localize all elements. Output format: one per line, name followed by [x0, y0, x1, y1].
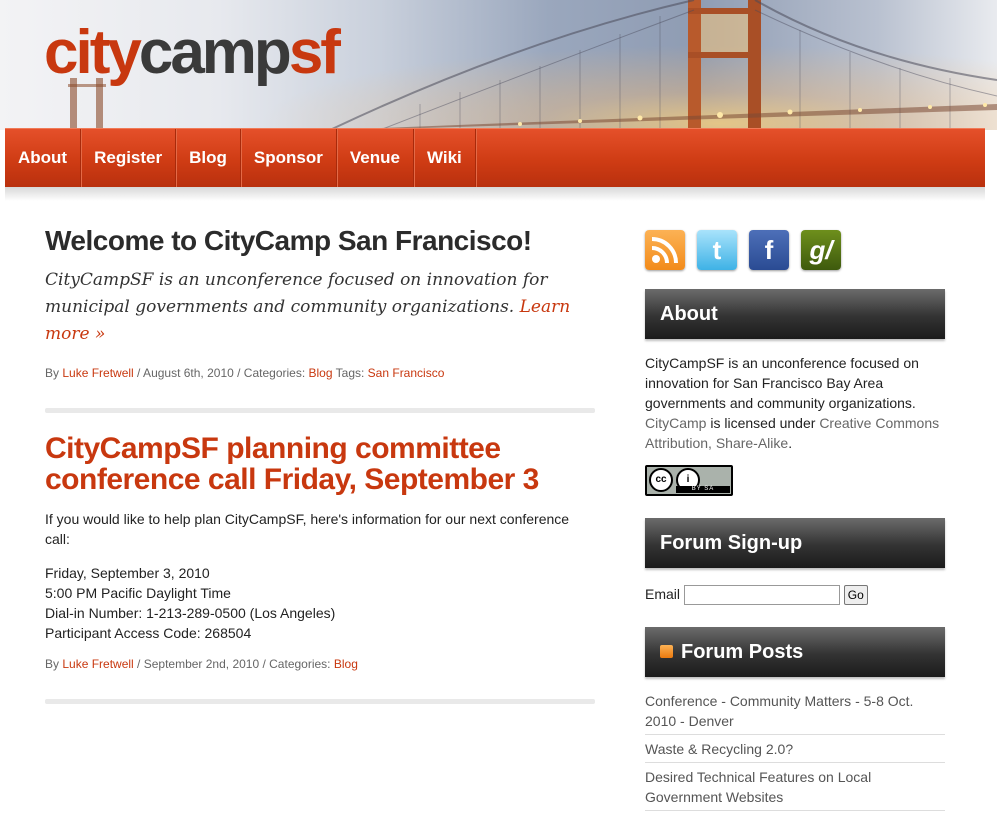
facebook-glyph: f — [764, 235, 774, 265]
govloop-icon[interactable]: g/ — [801, 230, 841, 270]
about-heading: About — [645, 289, 945, 339]
detail-line: 5:00 PM Pacific Daylight Time — [45, 585, 231, 601]
nav-item-sponsor[interactable]: Sponsor — [241, 129, 337, 187]
logo-camp: camp — [138, 18, 292, 87]
post-divider — [45, 699, 595, 704]
logo-city: city — [44, 18, 142, 87]
logo-sf: sf — [288, 18, 341, 87]
intro-text: CityCampSF is an unconference focused on… — [45, 270, 548, 317]
forum-post-item[interactable]: Conference - Community Matters - 5-8 Oct… — [645, 691, 945, 735]
forum-posts-list: Conference - Community Matters - 5-8 Oct… — [645, 691, 945, 811]
post-body: If you would like to help plan CityCampS… — [45, 509, 595, 643]
tag-link[interactable]: San Francisco — [368, 366, 445, 380]
category-link[interactable]: Blog — [334, 657, 358, 671]
forum-post-item[interactable]: Waste & Recycling 2.0? — [645, 735, 945, 763]
conference-details: Friday, September 3, 2010 5:00 PM Pacifi… — [45, 563, 595, 643]
detail-line: Friday, September 3, 2010 — [45, 565, 210, 581]
social-icons: t f g/ — [645, 230, 945, 274]
meta-by: By — [45, 366, 63, 380]
rss-mini-icon — [660, 644, 673, 658]
detail-line: Participant Access Code: 268504 — [45, 625, 252, 641]
post-title[interactable]: Welcome to CityCamp San Francisco! — [45, 225, 595, 257]
meta-date: / September 2nd, 2010 / Categories: — [133, 657, 334, 671]
about-description: CityCampSF is an unconference focused on… — [645, 355, 919, 411]
cc-badge-strip: BY SA — [676, 486, 730, 493]
cc-icon: cc — [649, 468, 673, 492]
nav-item-about[interactable]: About — [5, 129, 82, 187]
rss-icon[interactable] — [645, 230, 685, 270]
post-title[interactable]: CityCampSF planning committee conference… — [45, 433, 595, 495]
facebook-icon[interactable]: f — [749, 230, 789, 270]
about-licensed: is licensed under — [706, 415, 820, 431]
author-link[interactable]: Luke Fretwell — [62, 366, 133, 380]
detail-line: Dial-in Number: 1-213-289-0500 (Los Ange… — [45, 605, 336, 621]
post-meta: By Luke Fretwell / August 6th, 2010 / Ca… — [45, 366, 595, 380]
meta-tags-label: Tags: — [332, 366, 368, 380]
govloop-glyph: g/ — [809, 235, 833, 265]
nav-item-wiki[interactable]: Wiki — [414, 129, 476, 187]
citycamp-link[interactable]: CityCamp — [645, 415, 706, 431]
signup-form: Email Go — [645, 583, 945, 606]
main-nav: About Register Blog Sponsor Venue Wiki — [5, 128, 985, 187]
email-field[interactable] — [683, 585, 840, 606]
main-content: Welcome to CityCamp San Francisco! CityC… — [45, 225, 595, 704]
category-link[interactable]: Blog — [309, 366, 333, 380]
nav-item-venue[interactable]: Venue — [337, 129, 414, 187]
post-paragraph: If you would like to help plan CityCampS… — [45, 511, 570, 547]
nav-shadow — [5, 187, 985, 201]
meta-by: By — [45, 657, 63, 671]
sidebar: t f g/ About CityCampSF is an unconferen… — [645, 230, 945, 811]
site-logo[interactable]: citycampsf — [44, 22, 341, 84]
forum-post-item[interactable]: Desired Technical Features on Local Gove… — [645, 763, 945, 811]
twitter-glyph: t — [712, 235, 722, 265]
twitter-icon[interactable]: t — [697, 230, 737, 270]
go-button[interactable]: Go — [843, 585, 868, 606]
post-intro: CityCampSF is an unconference focused on… — [45, 267, 595, 348]
author-link[interactable]: Luke Fretwell — [62, 657, 133, 671]
meta-date: / August 6th, 2010 / Categories: — [133, 366, 309, 380]
about-text: CityCampSF is an unconference focused on… — [645, 353, 945, 453]
creative-commons-badge[interactable]: cc i BY SA — [645, 465, 733, 496]
about-period: . — [788, 435, 793, 451]
post-meta: By Luke Fretwell / September 2nd, 2010 /… — [45, 657, 595, 671]
email-label: Email — [645, 586, 681, 602]
signup-heading: Forum Sign-up — [645, 518, 945, 568]
forum-posts-title: Forum Posts — [681, 641, 804, 663]
site-header: citycampsf — [0, 0, 997, 130]
post-divider — [45, 408, 595, 413]
forum-posts-heading: Forum Posts — [645, 627, 945, 677]
nav-item-register[interactable]: Register — [81, 129, 177, 187]
nav-item-blog[interactable]: Blog — [176, 129, 241, 187]
